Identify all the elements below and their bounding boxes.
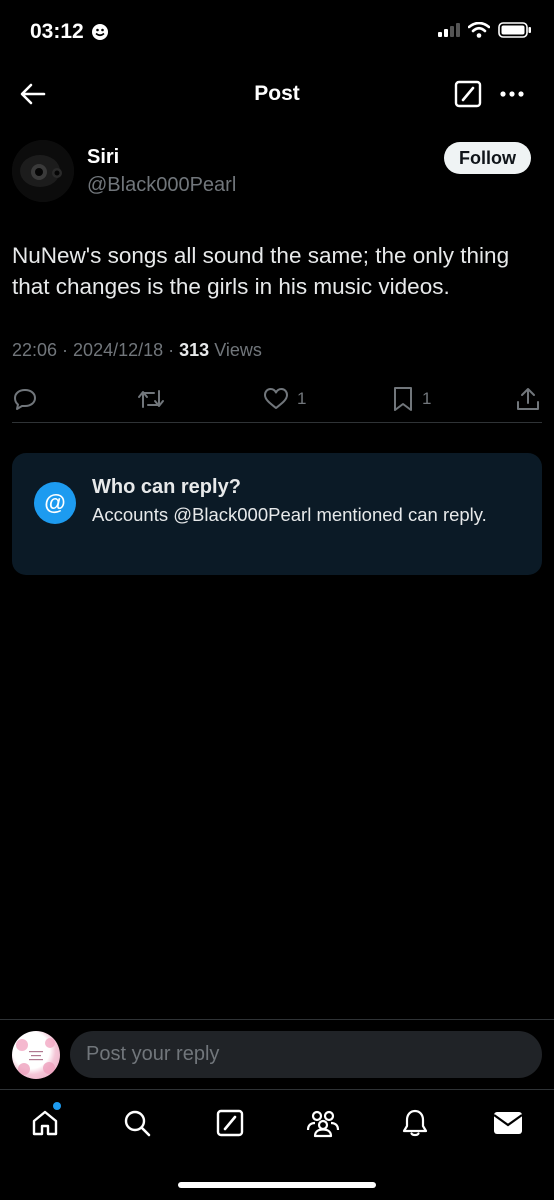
communities-icon <box>306 1110 340 1138</box>
divider <box>12 422 542 423</box>
post-text: NuNew's songs all sound the same; the on… <box>12 243 510 299</box>
compose-icon[interactable] <box>454 80 482 108</box>
search-icon <box>124 1110 151 1137</box>
author-avatar[interactable] <box>12 140 74 202</box>
repost-icon <box>138 390 164 408</box>
wifi-icon <box>468 22 490 38</box>
nav-communities[interactable] <box>306 1106 340 1140</box>
divider <box>0 1089 554 1090</box>
reply-action[interactable] <box>12 385 38 413</box>
reply-icon <box>14 389 36 410</box>
follow-button[interactable]: Follow <box>444 142 531 174</box>
post-meta: 22:06 · 2024/12/18 · 313 Views <box>12 340 262 360</box>
divider <box>0 1019 554 1020</box>
bookmark-icon <box>394 387 412 411</box>
battery-icon <box>498 22 531 38</box>
nav-search[interactable] <box>120 1106 154 1140</box>
author-handle[interactable]: @Black000Pearl <box>87 174 236 197</box>
reply-input[interactable] <box>70 1031 542 1078</box>
compose-icon <box>216 1109 244 1137</box>
share-action[interactable] <box>515 385 541 413</box>
status-indicators <box>438 22 532 38</box>
repost-action[interactable] <box>136 385 166 413</box>
home-indicator <box>178 1182 376 1188</box>
at-mention-icon: @ <box>34 482 76 524</box>
reply-restriction-text: Accounts @Black000Pearl mentioned can re… <box>92 504 487 525</box>
author-name[interactable]: Siri <box>87 146 119 169</box>
nav-messages[interactable] <box>491 1106 525 1140</box>
signal-icon <box>438 23 460 37</box>
nav-home[interactable] <box>28 1106 62 1140</box>
user-avatar[interactable] <box>12 1031 60 1079</box>
heart-icon <box>264 388 288 409</box>
more-options-icon[interactable] <box>497 80 527 108</box>
reply-restriction-title: Who can reply? <box>92 476 241 498</box>
nav-compose[interactable] <box>213 1106 247 1140</box>
post-date: 2024/12/18 <box>73 340 164 360</box>
nav-notifications[interactable] <box>398 1106 432 1140</box>
post-time: 22:06 <box>12 340 58 360</box>
notifications-icon <box>402 1109 428 1137</box>
views-count: 313 <box>179 340 210 360</box>
home-icon <box>32 1110 58 1136</box>
messages-icon <box>493 1112 523 1134</box>
like-action[interactable]: 1 <box>263 385 306 413</box>
bookmark-action[interactable]: 1 <box>392 385 431 413</box>
like-count: 1 <box>297 389 307 408</box>
bookmark-count: 1 <box>422 389 432 408</box>
status-time: 03:12 <box>30 20 84 43</box>
views-label: Views <box>214 340 262 360</box>
smiley-status-icon <box>92 24 108 40</box>
notification-dot <box>53 1102 61 1110</box>
share-icon <box>517 388 539 410</box>
